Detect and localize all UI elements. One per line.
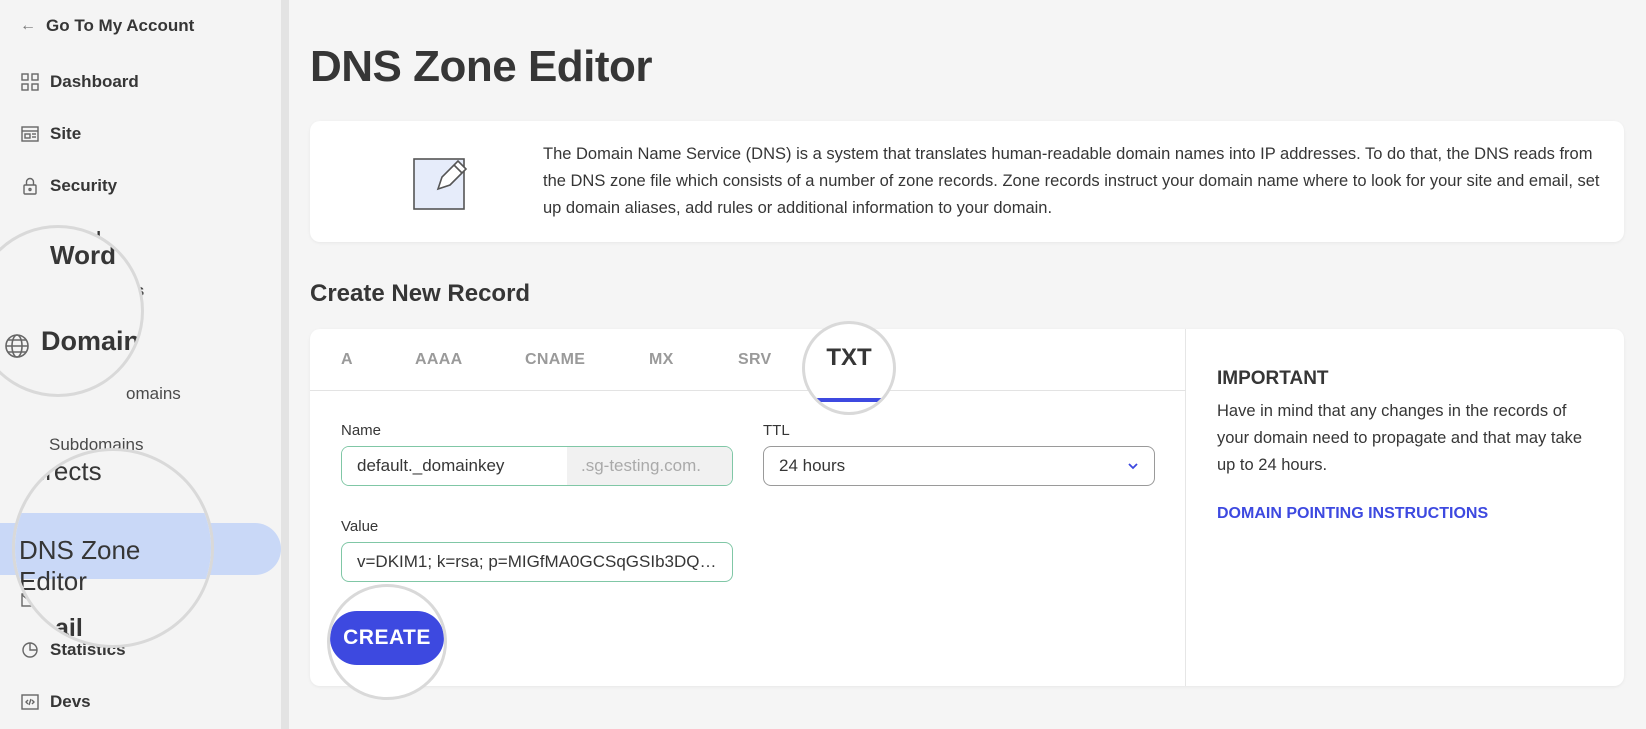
pie-chart-icon: [22, 642, 38, 658]
sidebar-item-domain[interactable]: Domain: [41, 326, 140, 357]
go-to-account-link[interactable]: ← Go To My Account: [20, 16, 194, 36]
info-description: The Domain Name Service (DNS) is a syste…: [543, 145, 1600, 217]
tab-aaaa[interactable]: AAAA: [415, 351, 462, 369]
arrow-left-icon: ←: [20, 17, 36, 34]
section-title: Create New Record: [310, 280, 531, 307]
name-label: Name: [341, 422, 382, 439]
dashboard-icon: [21, 73, 39, 91]
magnifier-create-button: CREATE: [327, 584, 447, 700]
name-input[interactable]: default._domainkey: [342, 447, 567, 485]
name-field[interactable]: default._domainkey .sg-testing.com.: [341, 446, 733, 486]
code-icon: [21, 694, 39, 710]
sidebar-item-site[interactable]: Site: [20, 124, 81, 144]
globe-icon: [5, 334, 29, 358]
sidebar-item-parked-domains-partial[interactable]: omains: [126, 384, 181, 404]
sidebar-item-label: Devs: [50, 692, 91, 711]
site-icon: [21, 126, 39, 142]
sidebar-item-security[interactable]: Security: [20, 176, 117, 196]
edit-note-icon: [413, 158, 468, 210]
magnifier-domain: Word Domain: [0, 225, 144, 397]
ttl-select[interactable]: 24 hours: [763, 446, 1155, 486]
magnified-wordpress-partial: Word: [50, 240, 116, 270]
ttl-label: TTL: [763, 422, 790, 439]
create-button[interactable]: CREATE: [330, 611, 444, 665]
sidebar-item-label: Site: [50, 124, 82, 143]
tab-txt[interactable]: TXT: [805, 344, 893, 372]
important-panel: IMPORTANT Have in mind that any changes …: [1217, 368, 1597, 523]
record-type-tabs: A AAAA CNAME MX SRV: [310, 329, 1186, 391]
ttl-selected-value: 24 hours: [779, 456, 846, 475]
tab-mx[interactable]: MX: [649, 351, 674, 369]
info-card: The Domain Name Service (DNS) is a syste…: [310, 121, 1624, 242]
sidebar-item-label: Security: [50, 176, 118, 195]
tab-a[interactable]: A: [341, 351, 353, 369]
active-tab-indicator: [805, 398, 893, 402]
sidebar-item-dashboard[interactable]: Dashboard: [20, 72, 139, 92]
sidebar-divider: [281, 0, 289, 729]
sidebar: ← Go To My Account Dashboard Site Securi…: [0, 0, 281, 729]
magnifier-dns-zone-editor: directs DNS Zone Editor ail: [12, 448, 214, 648]
value-label: Value: [341, 518, 379, 535]
sidebar-item-devs[interactable]: Devs: [20, 692, 91, 712]
magnifier-txt-tab: TXT: [802, 321, 896, 415]
sidebar-item-dns-zone-editor[interactable]: DNS Zone Editor: [19, 535, 211, 597]
important-title: IMPORTANT: [1217, 368, 1329, 389]
magnified-redirects-partial: directs: [25, 456, 102, 486]
tab-srv[interactable]: SRV: [738, 351, 772, 369]
create-record-card: A AAAA CNAME MX SRV Name default._domain…: [310, 329, 1624, 686]
page-title: DNS Zone Editor: [310, 42, 653, 91]
tab-cname[interactable]: CNAME: [525, 351, 585, 369]
domain-suffix: .sg-testing.com.: [567, 447, 732, 485]
lock-icon: [23, 177, 37, 195]
magnified-email-partial: ail: [55, 614, 83, 642]
chevron-down-icon: [1128, 463, 1138, 470]
back-link-label: Go To My Account: [46, 16, 195, 35]
important-text: Have in mind that any changes in the rec…: [1217, 402, 1583, 474]
value-input[interactable]: v=DKIM1; k=rsa; p=MIGfMA0GCSqGSIb3DQ…: [341, 542, 733, 582]
sidebar-item-label: Dashboard: [50, 72, 139, 91]
domain-pointing-instructions-link[interactable]: DOMAIN POINTING INSTRUCTIONS: [1217, 505, 1597, 523]
